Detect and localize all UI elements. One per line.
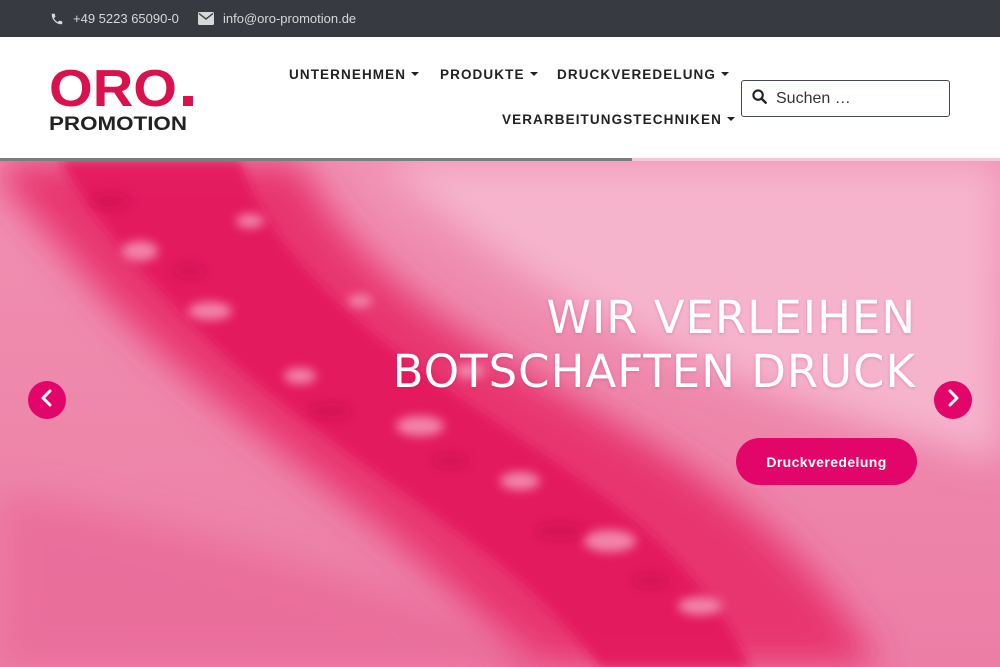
phone-number: +49 5223 65090-0 xyxy=(73,11,179,26)
slider-prev-button[interactable] xyxy=(28,381,66,419)
svg-text:PROMOTION: PROMOTION xyxy=(49,113,187,133)
hero-slider: WIR VERLEIHEN BOTSCHAFTEN DRUCK Druckver… xyxy=(0,161,1000,667)
email-contact[interactable]: info@oro-promotion.de xyxy=(198,0,356,37)
chevron-left-icon xyxy=(40,389,54,412)
phone-icon xyxy=(50,12,73,26)
chevron-right-icon xyxy=(946,389,960,412)
svg-text:ORO: ORO xyxy=(49,61,177,118)
nav-item-produkte[interactable]: PRODUKTE xyxy=(440,67,538,82)
envelope-icon xyxy=(198,12,223,25)
hero-headline-line-2: BOTSCHAFTEN DRUCK xyxy=(392,345,916,398)
search-box[interactable] xyxy=(741,80,950,117)
nav-item-druckveredelung[interactable]: DRUCKVEREDELUNG xyxy=(557,67,730,82)
top-bar: +49 5223 65090-0 info@oro-promotion.de xyxy=(0,0,1000,37)
caret-down-icon xyxy=(726,116,735,121)
search-input[interactable] xyxy=(776,89,926,108)
phone-contact[interactable]: +49 5223 65090-0 xyxy=(50,0,179,37)
hero-background-image xyxy=(0,161,1000,667)
nav-item-unternehmen[interactable]: UNTERNEHMEN xyxy=(289,67,420,82)
slider-next-button[interactable] xyxy=(934,381,972,419)
site-header: ORO PROMOTION UNTERNEHMEN PRODUKTE DRUCK… xyxy=(0,37,1000,158)
email-address: info@oro-promotion.de xyxy=(223,11,357,26)
caret-down-icon xyxy=(411,71,420,76)
nav-item-verarbeitungstechniken[interactable]: VERARBEITUNGSTECHNIKEN xyxy=(502,112,735,127)
nav-label: VERARBEITUNGSTECHNIKEN xyxy=(502,112,722,127)
druckveredelung-button[interactable]: Druckveredelung xyxy=(736,438,917,485)
hero-headline: WIR VERLEIHEN BOTSCHAFTEN DRUCK xyxy=(393,291,916,399)
nav-label: UNTERNEHMEN xyxy=(289,67,407,82)
caret-down-icon xyxy=(721,71,730,76)
search-icon[interactable] xyxy=(742,88,776,109)
caret-down-icon xyxy=(529,71,538,76)
nav-label: DRUCKVEREDELUNG xyxy=(557,67,717,82)
logo[interactable]: ORO PROMOTION xyxy=(49,61,199,133)
nav-label: PRODUKTE xyxy=(440,67,525,82)
hero-headline-line-1: WIR VERLEIHEN xyxy=(546,291,916,344)
